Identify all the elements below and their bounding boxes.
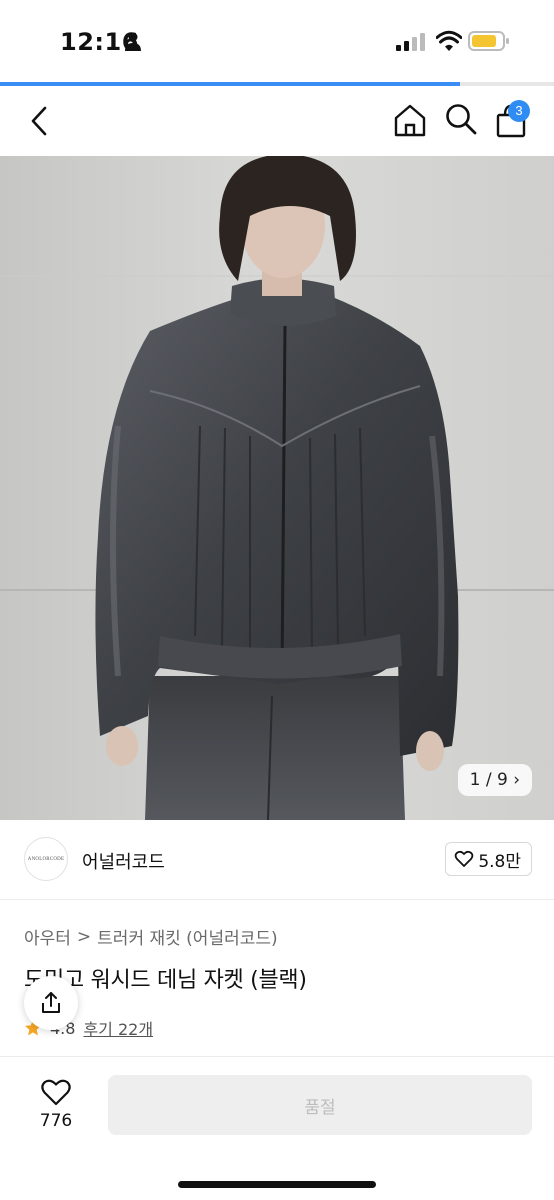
share-icon [42,992,60,1013]
heart-icon[interactable] [40,1077,72,1107]
home-indicator [178,1181,376,1188]
breadcrumb-category[interactable]: 아우터 [24,924,71,949]
breadcrumb-subcategory[interactable]: 트러커 재킷 (어널러코드) [97,924,277,949]
breadcrumb-separator: > [76,926,92,947]
breadcrumb: 아우터 > 트러커 재킷 (어널러코드) [24,924,278,950]
home-icon[interactable] [392,102,428,138]
chevron-right-icon: › [513,770,520,790]
brand-like-button[interactable]: 5.8만 [445,842,532,876]
wish-count: 776 [39,1111,73,1131]
brand-logo[interactable]: ANOLORCODE [24,837,68,881]
page-indicator[interactable]: 1 / 9 › [457,764,532,796]
heart-icon [455,850,474,867]
top-nav [0,86,554,156]
brand-name[interactable]: 어널러코드 [82,848,165,874]
page-indicator-text: 1 / 9 [469,770,508,790]
battery-icon [468,31,509,51]
wifi-icon [436,30,462,51]
search-icon[interactable] [444,102,478,136]
bottom-action-bar: 776 품절 [0,1056,554,1200]
back-icon[interactable] [26,104,54,138]
brand-like-count: 5.8만 [478,851,521,872]
product-image-carousel[interactable]: 1 / 9 › [0,156,554,820]
cart-count-badge: 3 [508,100,530,122]
share-button[interactable] [24,976,78,1030]
signal-icon [396,33,425,51]
person-icon [125,32,141,51]
review-link[interactable]: 후기 22개 [83,1016,153,1040]
brand-row: ANOLORCODE 어널러코드 5.8만 [0,820,554,900]
status-bar: 12:16 [0,0,554,84]
soldout-button[interactable]: 품절 [108,1075,532,1135]
product-photo [0,156,554,820]
